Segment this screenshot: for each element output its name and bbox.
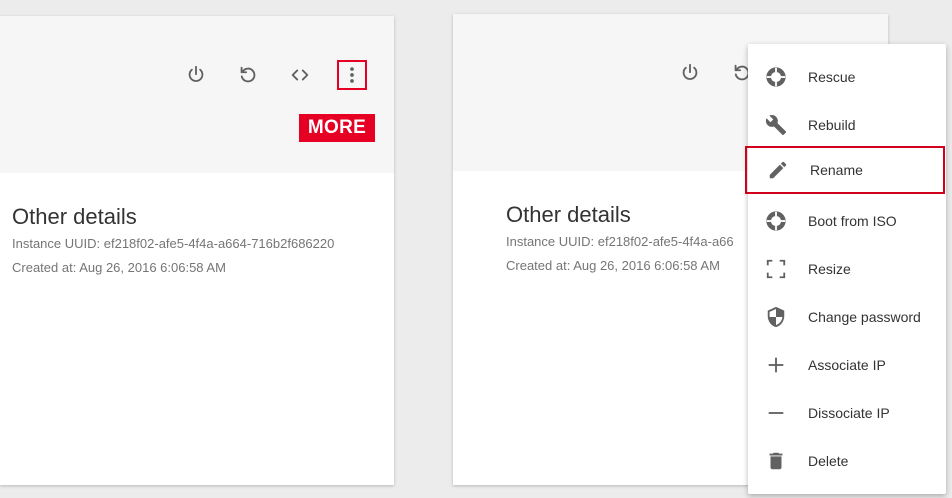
menu-item-dissociate-ip[interactable]: Dissociate IP [748,389,946,437]
menu-item-label: Associate IP [808,357,886,373]
menu-item-rename[interactable]: Rename [745,146,945,194]
minus-icon [764,401,788,425]
plus-icon [764,353,788,377]
menu-item-label: Rebuild [808,117,856,133]
pencil-icon [766,158,790,182]
instance-card-left: MORE Other details Instance UUID: ef218f… [0,16,394,485]
wrench-icon [764,113,788,137]
menu-item-boot-from-iso[interactable]: Boot from ISO [748,197,946,245]
menu-item-resize[interactable]: Resize [748,245,946,293]
trash-icon [764,449,788,473]
details-title: Other details [12,204,137,229]
menu-item-change-password[interactable]: Change password [748,293,946,341]
menu-item-rescue[interactable]: Rescue [748,53,946,101]
power-icon[interactable] [182,61,210,89]
menu-item-label: Rescue [808,69,856,85]
other-details-section: Other details Instance UUID: ef218f02-af… [506,200,734,278]
refresh-icon[interactable] [234,61,262,89]
power-icon[interactable] [676,59,704,87]
menu-item-associate-ip[interactable]: Associate IP [748,341,946,389]
instance-uuid: Instance UUID: ef218f02-afe5-4f4a-a66 [506,234,734,249]
shield-icon [764,305,788,329]
disc-icon [764,209,788,233]
created-at: Created at: Aug 26, 2016 6:06:58 AM [12,260,226,275]
more-actions-menu: Rescue Rebuild Rename Boot from ISO Resi… [745,44,946,494]
created-at: Created at: Aug 26, 2016 6:06:58 AM [506,258,720,273]
menu-item-label: Resize [808,261,851,277]
more-button-highlight [337,60,367,90]
more-tag-label: MORE [299,114,375,142]
card-header: MORE [0,16,394,173]
resize-corners-icon [764,257,788,281]
menu-item-rebuild[interactable]: Rebuild [748,101,946,149]
lifebuoy-icon [764,65,788,89]
menu-item-label: Boot from ISO [808,213,897,229]
menu-item-delete[interactable]: Delete [748,437,946,485]
menu-item-label: Rename [810,162,863,178]
menu-item-label: Change password [808,309,921,325]
other-details-section: Other details Instance UUID: ef218f02-af… [12,202,334,280]
details-title: Other details [506,202,631,227]
code-icon[interactable] [286,61,314,89]
menu-item-label: Delete [808,453,849,469]
menu-item-label: Dissociate IP [808,405,890,421]
instance-uuid: Instance UUID: ef218f02-afe5-4f4a-a664-7… [12,236,335,251]
